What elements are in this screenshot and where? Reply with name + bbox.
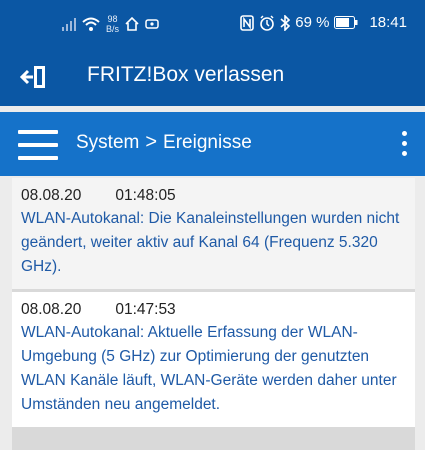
exit-icon[interactable] bbox=[20, 63, 48, 91]
nav-bar: System > Ereignisse bbox=[0, 112, 425, 176]
list-item: 08.08.20 01:47:53 WLAN-Autokanal: Aktuel… bbox=[12, 292, 415, 427]
app-bar: FRITZ!Box verlassen bbox=[0, 48, 425, 106]
sync-icon bbox=[145, 19, 159, 29]
speed-value: 98 bbox=[107, 14, 118, 24]
home-icon bbox=[125, 17, 139, 31]
signal-icon bbox=[62, 18, 76, 31]
event-date: 08.08.20 bbox=[21, 301, 82, 318]
event-date: 08.08.20 bbox=[21, 187, 82, 204]
battery-percent: 69 % bbox=[295, 14, 330, 31]
event-meta: 08.08.20 01:48:05 bbox=[21, 187, 407, 205]
wifi-icon bbox=[82, 17, 100, 31]
alarm-icon bbox=[260, 14, 275, 31]
more-options-icon[interactable] bbox=[399, 131, 409, 159]
event-list[interactable]: 08.08.20 01:48:05 WLAN-Autokanal: Die Ka… bbox=[12, 178, 415, 450]
list-item: 08.08.20 01:48:05 WLAN-Autokanal: Die Ka… bbox=[12, 178, 415, 289]
event-message[interactable]: WLAN-Autokanal: Aktuelle Erfassung der W… bbox=[21, 321, 407, 417]
event-message[interactable]: WLAN-Autokanal: Die Kanaleinstellungen w… bbox=[21, 207, 407, 279]
clock: 18:41 bbox=[369, 14, 407, 31]
battery-icon bbox=[334, 16, 358, 29]
bluetooth-icon bbox=[280, 14, 291, 31]
status-left-group: 98 B/s bbox=[62, 14, 159, 34]
app-title[interactable]: FRITZ!Box verlassen bbox=[87, 63, 284, 87]
hamburger-menu-icon[interactable] bbox=[18, 130, 58, 160]
nfc-icon bbox=[240, 14, 255, 31]
event-time: 01:47:53 bbox=[115, 301, 176, 318]
event-meta: 08.08.20 01:47:53 bbox=[21, 301, 407, 319]
breadcrumb-page: Ereignisse bbox=[163, 131, 252, 153]
status-bar: 98 B/s 69 % 18:41 bbox=[0, 0, 425, 48]
speed-unit: B/s bbox=[106, 24, 120, 34]
status-right-group: 69 % 18:41 bbox=[240, 14, 407, 31]
event-time: 01:48:05 bbox=[115, 187, 176, 204]
breadcrumb-section[interactable]: System bbox=[76, 132, 139, 154]
breadcrumb: System > Ereignisse bbox=[76, 131, 252, 154]
breadcrumb-separator: > bbox=[145, 131, 158, 153]
network-speed: 98 B/s bbox=[106, 14, 119, 34]
